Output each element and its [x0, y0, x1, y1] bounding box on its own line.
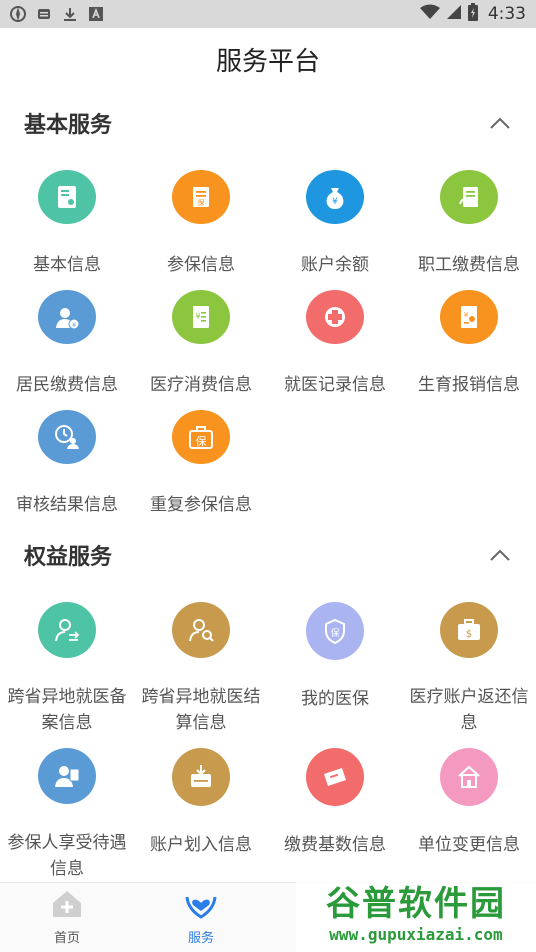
service-label: 跨省异地就医备案信息 [7, 687, 127, 733]
status-left-icons [10, 6, 104, 22]
svg-text:$: $ [466, 629, 472, 640]
service-label: 账户划入信息 [150, 835, 252, 855]
service-medical-expense[interactable]: ¥ 医疗消费信息 [134, 278, 268, 398]
svg-text:¥: ¥ [464, 311, 469, 319]
nav-home-label: 首页 [53, 931, 80, 946]
svg-text:¥: ¥ [332, 197, 338, 207]
duplicate-insurance-icon: 保 [172, 410, 230, 464]
service-label: 职工缴费信息 [418, 255, 520, 275]
message-icon [36, 6, 52, 22]
svg-text:保: 保 [330, 627, 339, 639]
house-icon [440, 748, 498, 806]
service-label: 跨省异地就医结算信息 [141, 687, 261, 733]
service-payment-base[interactable]: 缴费基数信息 [268, 736, 402, 882]
service-label: 就医记录信息 [284, 375, 386, 395]
heart-hands-icon [184, 889, 218, 923]
payment-base-icon [306, 748, 364, 806]
insurance-document-icon: 保 [172, 170, 230, 224]
signal-icon [446, 4, 462, 25]
section-header-basic[interactable]: 基本服务 [0, 98, 536, 148]
service-employee-payment[interactable]: 职工缴费信息 [402, 158, 536, 278]
service-label: 居民缴费信息 [16, 375, 118, 395]
chevron-up-icon[interactable] [488, 111, 512, 135]
service-label: 重复参保信息 [150, 495, 252, 515]
review-clock-icon [38, 410, 96, 464]
font-icon [88, 6, 104, 22]
service-insured-benefit[interactable]: 参保人享受待遇信息 [0, 736, 134, 882]
watermark-url: www.gupuxiazai.com [329, 925, 503, 944]
maternity-reimbursement-icon: ¥ [440, 290, 498, 344]
nav-home[interactable]: 首页 [0, 883, 134, 952]
money-bag-icon: ¥ [306, 170, 364, 224]
service-cross-province-record[interactable]: 跨省异地就医备案信息 [0, 590, 134, 736]
watermark: 谷普软件园 www.gupuxiazai.com [296, 868, 536, 952]
insured-benefit-icon [38, 748, 96, 804]
service-account-balance[interactable]: ¥ 账户余额 [268, 158, 402, 278]
service-label: 医疗账户返还信息 [409, 687, 529, 733]
section-title-rights: 权益服务 [24, 545, 113, 570]
service-label: 审核结果信息 [16, 495, 118, 515]
service-resident-payment[interactable]: ¥ 居民缴费信息 [0, 278, 134, 398]
service-medical-account-return[interactable]: $ 医疗账户返还信息 [402, 590, 536, 736]
rights-services-grid: 跨省异地就医备案信息 跨省异地就医结算信息 保 我的医保 $ 医疗账户返还信息 … [0, 590, 536, 882]
settings-icon [10, 6, 26, 22]
status-right: 4:33 [419, 2, 526, 26]
medical-cross-icon [306, 290, 364, 344]
resident-payment-icon: ¥ [38, 290, 96, 344]
service-medical-record[interactable]: 就医记录信息 [268, 278, 402, 398]
service-cross-province-settlement[interactable]: 跨省异地就医结算信息 [134, 590, 268, 736]
service-unit-change[interactable]: 单位变更信息 [402, 736, 536, 882]
battery-icon [467, 2, 478, 26]
cross-province-record-icon [38, 602, 96, 658]
service-label: 医疗消费信息 [150, 375, 252, 395]
shield-icon: 保 [306, 602, 364, 660]
service-label: 单位变更信息 [418, 835, 520, 855]
cross-province-settlement-icon [172, 602, 230, 658]
service-label: 缴费基数信息 [284, 835, 386, 855]
service-label: 参保信息 [167, 255, 235, 275]
service-basic-info[interactable]: 基本信息 [0, 158, 134, 278]
status-bar: 4:33 [0, 0, 536, 28]
service-maternity-reimbursement[interactable]: ¥ 生育报销信息 [402, 278, 536, 398]
briefcase-dollar-icon: $ [440, 602, 498, 658]
home-icon [51, 889, 83, 923]
section-header-rights[interactable]: 权益服务 [0, 530, 536, 580]
payment-document-icon [440, 170, 498, 224]
status-time: 4:33 [487, 4, 526, 24]
nav-service[interactable]: 服务 [134, 883, 268, 952]
service-account-transfer-in[interactable]: 账户划入信息 [134, 736, 268, 882]
section-title-basic: 基本服务 [24, 113, 113, 138]
service-label: 参保人享受待遇信息 [7, 833, 127, 879]
transfer-in-icon [172, 748, 230, 806]
svg-text:保: 保 [196, 434, 207, 448]
id-card-icon [38, 170, 96, 224]
basic-services-grid: 基本信息 保 参保信息 ¥ 账户余额 职工缴费信息 ¥ 居民缴费信息 ¥ 医疗消… [0, 158, 536, 518]
svg-text:¥: ¥ [72, 322, 76, 329]
medical-expense-icon: ¥ [172, 290, 230, 344]
service-label: 生育报销信息 [418, 375, 520, 395]
service-label: 基本信息 [33, 255, 101, 275]
service-duplicate-insurance[interactable]: 保 重复参保信息 [134, 398, 268, 518]
svg-text:¥: ¥ [195, 312, 200, 321]
chevron-up-icon[interactable] [488, 543, 512, 567]
svg-text:保: 保 [198, 198, 205, 207]
watermark-name: 谷普软件园 [326, 884, 506, 924]
download-icon [62, 6, 78, 22]
wifi-icon [419, 4, 440, 25]
nav-service-label: 服务 [187, 931, 214, 946]
page-title: 服务平台 [215, 46, 320, 77]
service-my-insurance[interactable]: 保 我的医保 [268, 590, 402, 736]
service-label: 账户余额 [301, 255, 369, 275]
service-label: 我的医保 [301, 689, 369, 709]
service-review-result[interactable]: 审核结果信息 [0, 398, 134, 518]
service-insurance-info[interactable]: 保 参保信息 [134, 158, 268, 278]
